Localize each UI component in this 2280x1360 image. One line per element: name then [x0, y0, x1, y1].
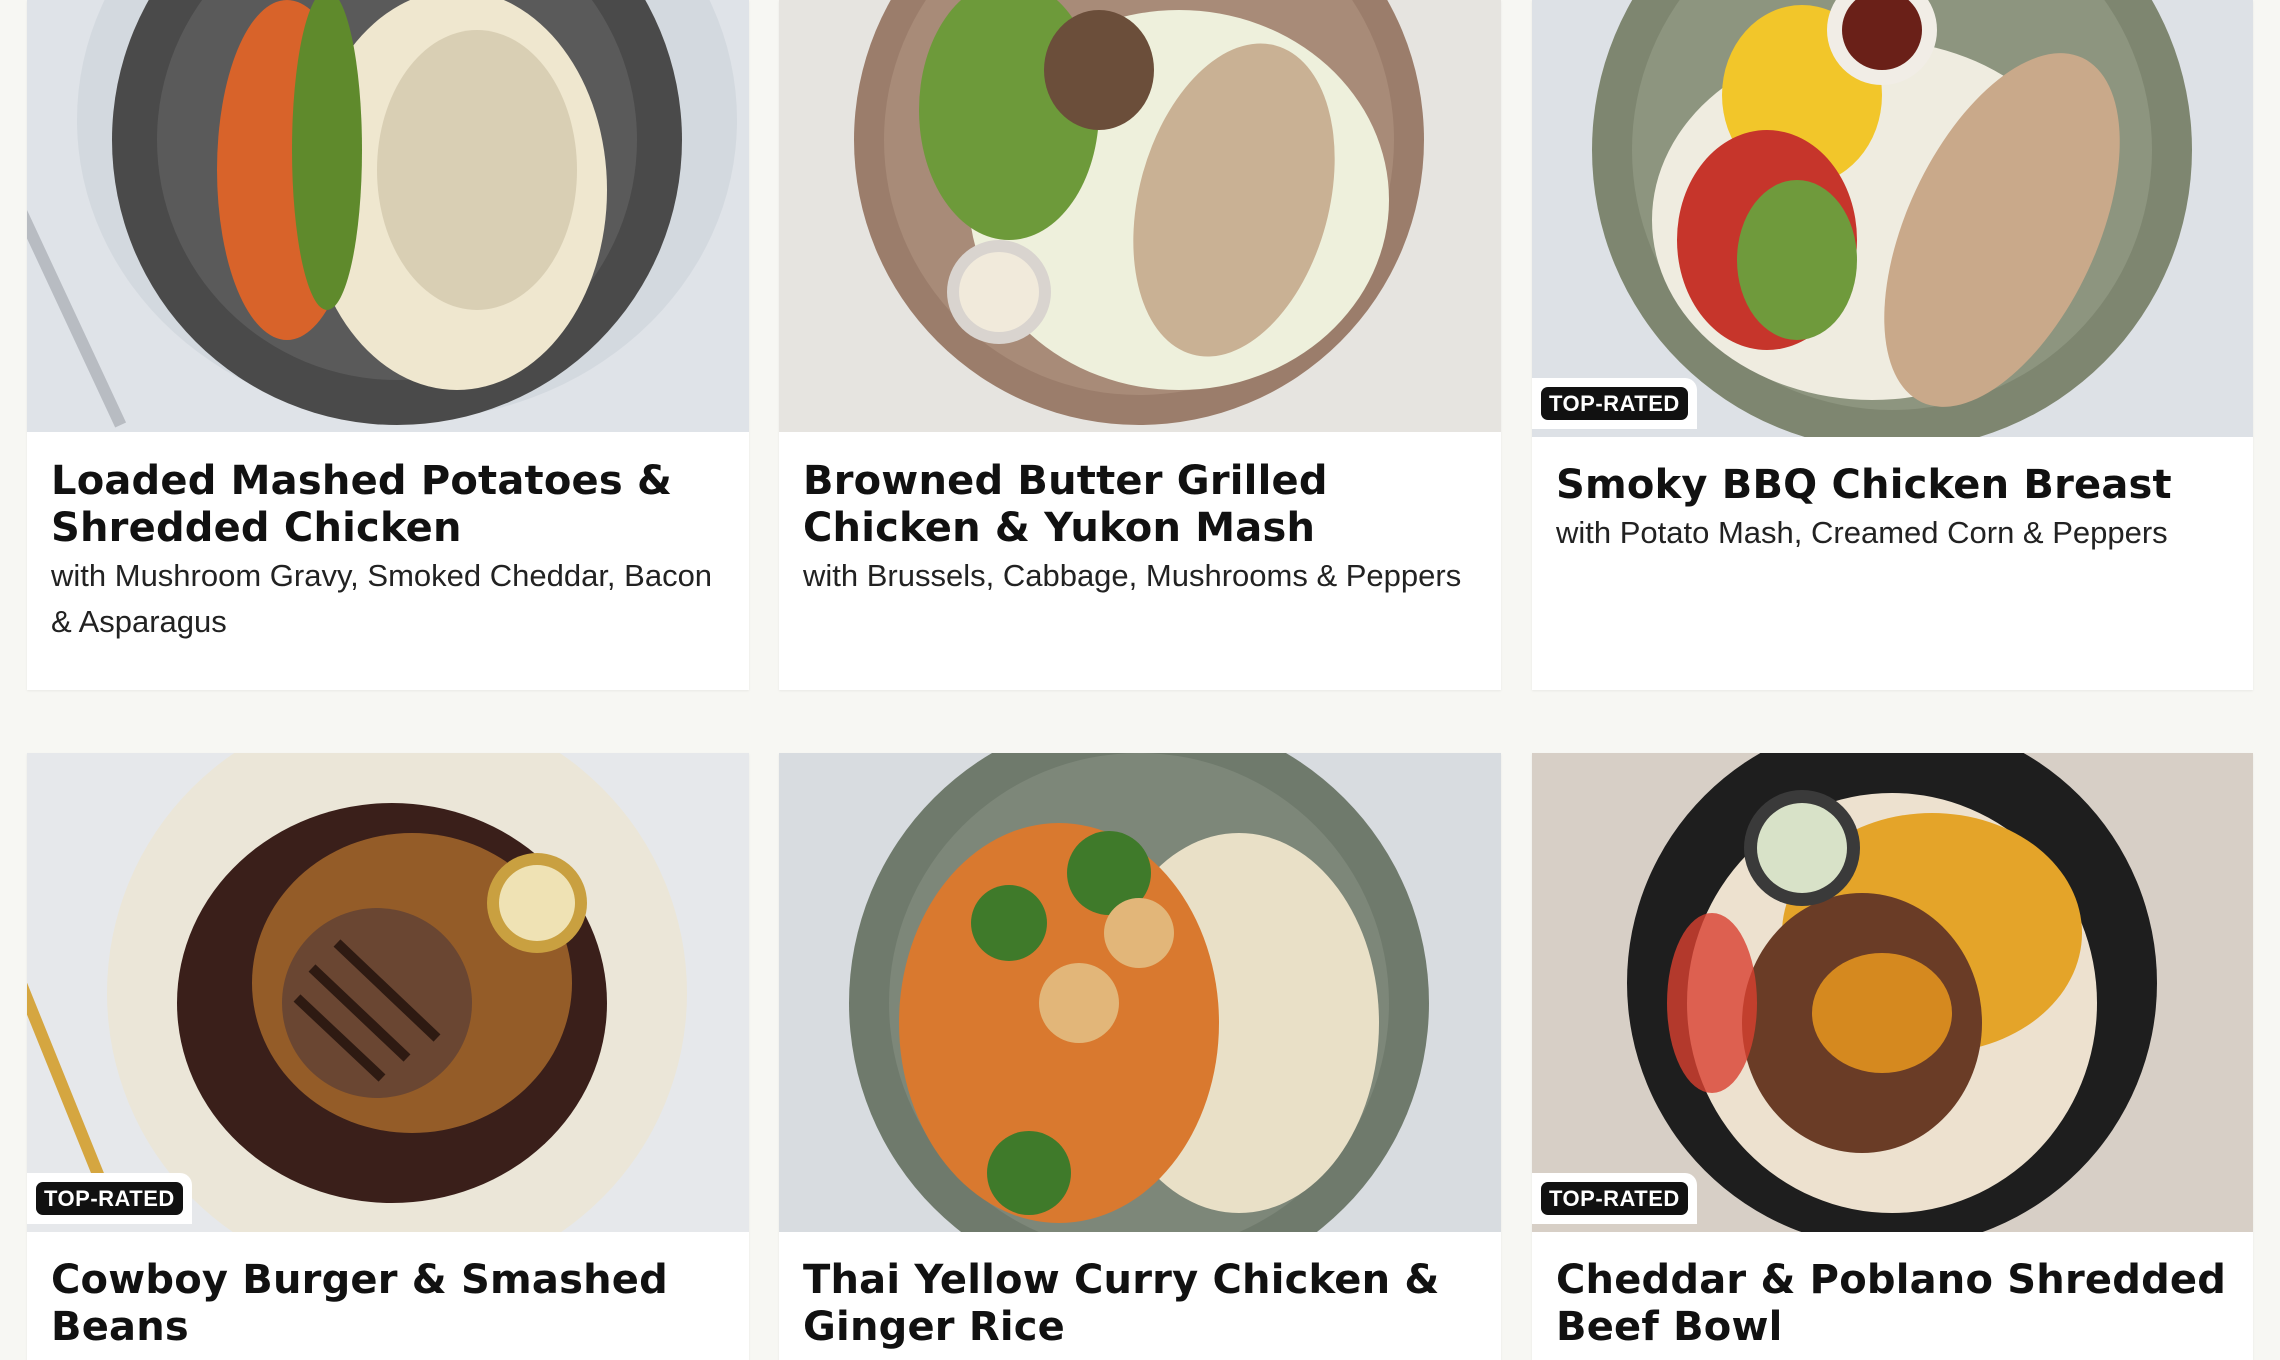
- meal-photo[interactable]: [779, 0, 1501, 432]
- meal-title[interactable]: Loaded Mashed Potatoes & Shredded Chicke…: [51, 458, 725, 552]
- meal-title[interactable]: Browned Butter Grilled Chicken & Yukon M…: [803, 458, 1477, 552]
- meal-card[interactable]: TOP-RATED Smoky BBQ Chicken Breast with …: [1532, 0, 2253, 690]
- meal-title[interactable]: Cheddar & Poblano Shredded Beef Bowl: [1556, 1257, 2229, 1351]
- meal-title[interactable]: Thai Yellow Curry Chicken & Ginger Rice: [803, 1257, 1477, 1351]
- meal-card[interactable]: Loaded Mashed Potatoes & Shredded Chicke…: [27, 0, 749, 690]
- meal-subtitle: with Mushroom Gravy, Smoked Cheddar, Bac…: [51, 558, 713, 639]
- meal-photo[interactable]: [27, 753, 749, 1232]
- meal-title[interactable]: Smoky BBQ Chicken Breast: [1556, 462, 2229, 509]
- meal-grid: Loaded Mashed Potatoes & Shredded Chicke…: [27, 0, 2253, 1360]
- meal-subtitle: with Potato Mash, Creamed Corn & Peppers: [1556, 515, 2168, 550]
- top-rated-badge: TOP-RATED: [27, 1173, 192, 1224]
- meal-card[interactable]: TOP-RATED Cheddar & Poblano Shredded Bee…: [1532, 753, 2253, 1360]
- top-rated-badge: TOP-RATED: [1532, 1173, 1697, 1224]
- meal-card[interactable]: TOP-RATED Cowboy Burger & Smashed Beans: [27, 753, 749, 1360]
- meal-photo[interactable]: [1532, 0, 2253, 437]
- top-rated-badge: TOP-RATED: [1532, 378, 1697, 429]
- meal-photo[interactable]: [27, 0, 749, 432]
- meal-photo[interactable]: [779, 753, 1501, 1232]
- meal-card[interactable]: Browned Butter Grilled Chicken & Yukon M…: [779, 0, 1501, 690]
- meal-card[interactable]: Thai Yellow Curry Chicken & Ginger Rice: [779, 753, 1501, 1360]
- meal-subtitle: with Brussels, Cabbage, Mushrooms & Pepp…: [803, 558, 1462, 593]
- meal-title[interactable]: Cowboy Burger & Smashed Beans: [51, 1257, 725, 1351]
- meal-photo[interactable]: [1532, 753, 2253, 1232]
